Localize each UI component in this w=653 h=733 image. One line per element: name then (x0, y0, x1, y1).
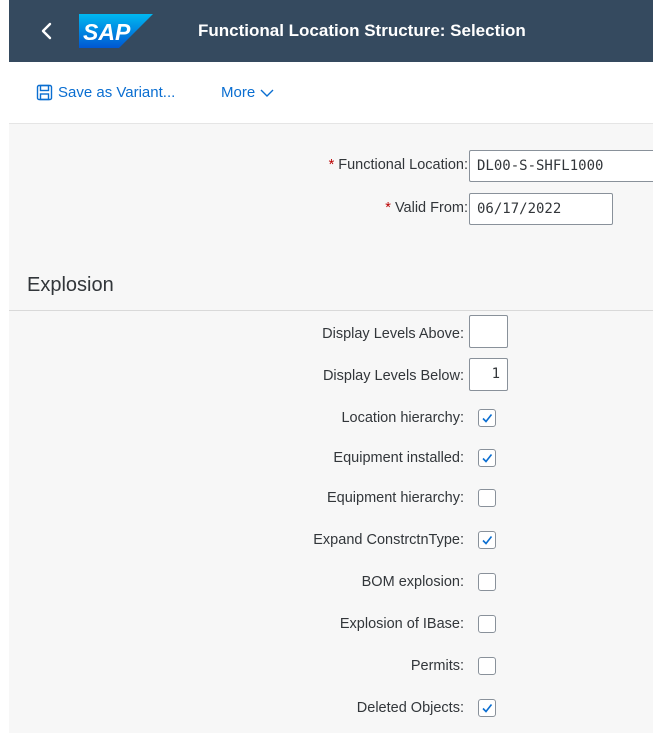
equipment-hierarchy-label: Equipment hierarchy: (326, 490, 464, 506)
checkmark-icon (482, 414, 493, 423)
save-icon (36, 84, 53, 101)
toolbar: Save as Variant... More (9, 62, 653, 124)
explosion-of-ibase-label: Explosion of IBase: (339, 616, 464, 632)
equipment-installed-label: Equipment installed: (333, 450, 464, 466)
checkmark-icon (482, 454, 493, 463)
checkmark-icon (482, 536, 493, 545)
selection-form: * Functional Location: DL00-S-SHFL1000 * V… (9, 124, 653, 733)
explosion-of-ibase-checkbox[interactable] (478, 615, 496, 633)
chevron-left-icon (41, 22, 52, 40)
more-label: More (221, 84, 256, 101)
location-hierarchy-checkbox[interactable] (478, 409, 496, 427)
display-levels-above-input[interactable] (469, 315, 508, 348)
valid-from-label: * Valid From: (385, 200, 468, 216)
section-divider (9, 310, 653, 311)
checkmark-icon (482, 704, 493, 713)
expand-constrctntype-checkbox[interactable] (478, 531, 496, 549)
permits-label: Permits: (410, 658, 464, 674)
explosion-section-title: Explosion (27, 274, 114, 296)
more-button[interactable]: More (221, 62, 275, 123)
functional-location-input[interactable]: DL00-S-SHFL1000 (469, 150, 653, 182)
save-as-variant-button[interactable]: Save as Variant... (36, 62, 175, 123)
valid-from-input[interactable]: 06/17/2022 (469, 193, 613, 225)
bom-explosion-label: BOM explosion: (361, 574, 464, 590)
expand-constrctntype-label: Expand ConstrctnType: (313, 532, 464, 548)
sap-logo: SAP (79, 14, 153, 48)
save-as-variant-label: Save as Variant... (58, 84, 176, 101)
shell-header: SAP Functional Location Structure: Selec… (9, 0, 653, 62)
permits-checkbox[interactable] (478, 657, 496, 675)
display-levels-below-label: Display Levels Below: (322, 368, 464, 384)
deleted-objects-label: Deleted Objects: (356, 700, 464, 716)
deleted-objects-checkbox[interactable] (478, 699, 496, 717)
back-button[interactable] (25, 0, 69, 62)
svg-text:SAP: SAP (83, 19, 131, 45)
display-levels-below-input[interactable]: 1 (469, 358, 508, 391)
functional-location-label: * Functional Location: (328, 157, 468, 173)
app-title: Functional Location Structure: Selection (198, 21, 526, 40)
bom-explosion-checkbox[interactable] (478, 573, 496, 591)
equipment-installed-checkbox[interactable] (478, 449, 496, 467)
required-indicator: * (385, 200, 391, 216)
chevron-down-icon (260, 89, 274, 97)
equipment-hierarchy-checkbox[interactable] (478, 489, 496, 507)
app-shell: SAP Functional Location Structure: Selec… (9, 0, 653, 733)
required-indicator: * (328, 157, 335, 173)
location-hierarchy-label: Location hierarchy: (341, 410, 464, 426)
display-levels-above-label: Display Levels Above: (322, 326, 464, 342)
